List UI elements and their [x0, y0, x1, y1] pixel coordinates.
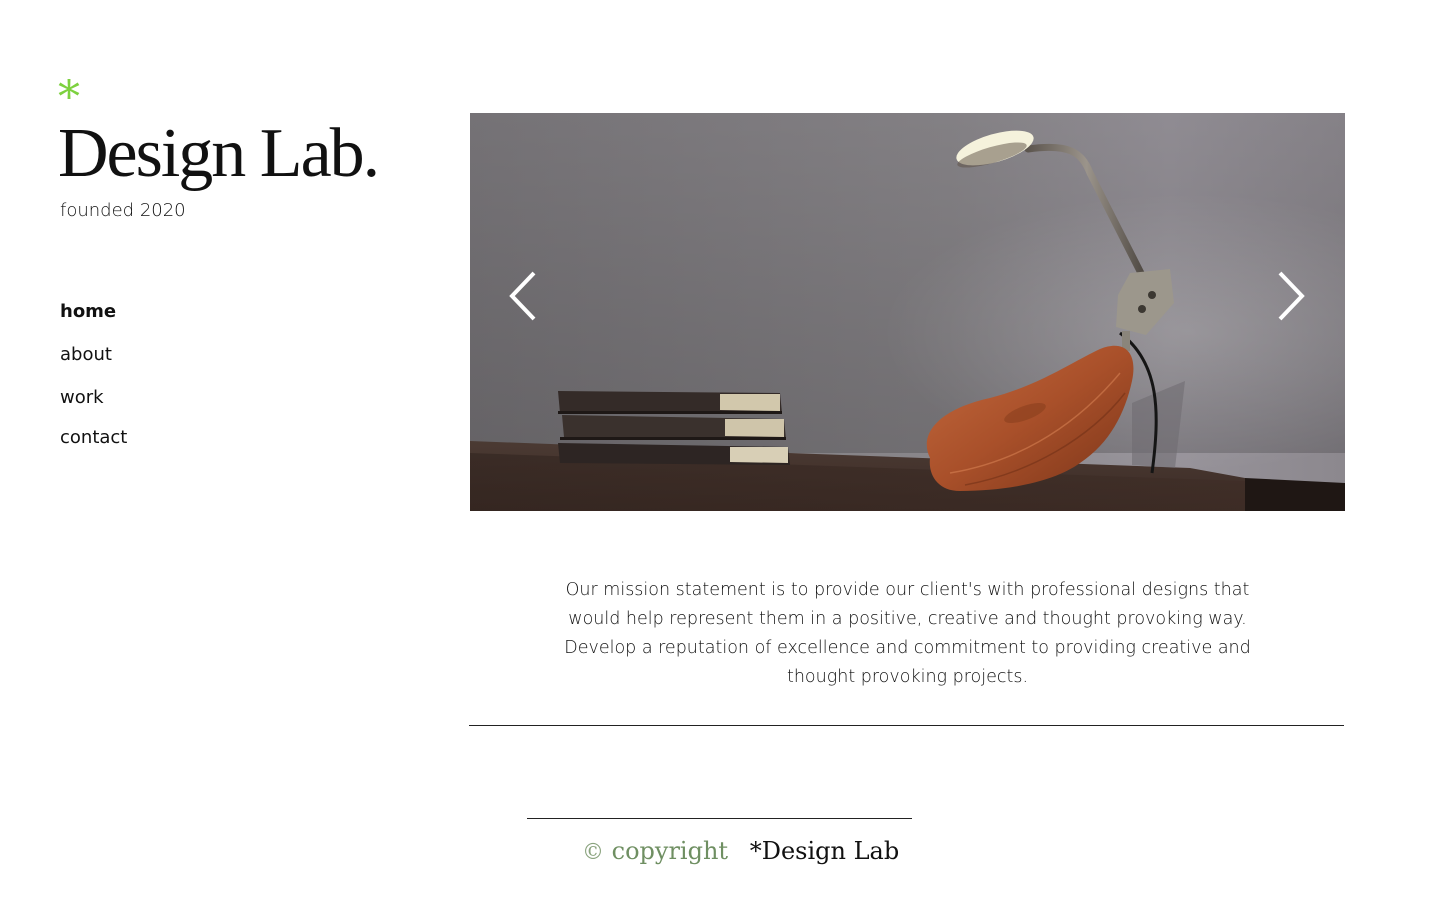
footer-brand: *Design Lab [749, 837, 900, 865]
nav-item-about[interactable]: about [60, 343, 112, 367]
carousel-next-button[interactable] [1270, 271, 1310, 321]
carousel-slide-image [470, 113, 1345, 511]
chevron-right-icon [1278, 271, 1305, 321]
footer-divider [527, 818, 912, 819]
mission-statement: Our mission statement is to provide our … [564, 579, 1251, 687]
copyright-label: copyright [611, 837, 729, 865]
brand-title[interactable]: Design Lab. [58, 118, 380, 190]
nav-item-work[interactable]: work [60, 386, 104, 410]
copyright-symbol: © [582, 840, 604, 865]
footer-copyright: © copyright *Design Lab [582, 834, 899, 870]
brand-subtitle: founded 2020 [60, 200, 186, 221]
nav-item-home[interactable]: home [60, 300, 116, 324]
nav-item-contact[interactable]: contact [60, 426, 127, 450]
brand-asterisk-logo: * [58, 72, 80, 123]
content-divider [469, 725, 1344, 726]
books-stack [558, 391, 790, 465]
chevron-left-icon [509, 271, 536, 321]
hero-carousel [470, 113, 1345, 511]
page: * Design Lab. founded 2020 home about wo… [0, 0, 1440, 915]
carousel-prev-button[interactable] [504, 271, 544, 321]
